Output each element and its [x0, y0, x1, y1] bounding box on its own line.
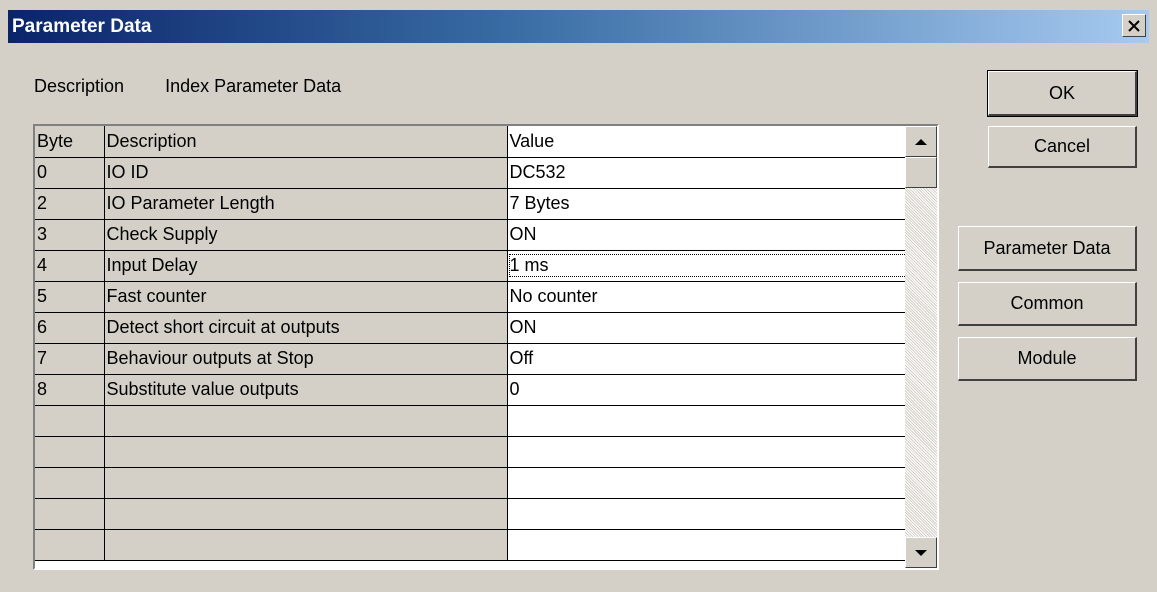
parameter-table: Byte Description Value 0 IO ID DC532 2 IO Pa…: [35, 126, 905, 561]
column-header-byte[interactable]: Byte: [35, 126, 105, 158]
table-row[interactable]: 3 Check Supply ON: [35, 219, 905, 251]
byte-cell: 6: [35, 312, 105, 344]
value-text: 0: [509, 379, 520, 399]
table-row[interactable]: 2 IO Parameter Length 7 Bytes: [35, 188, 905, 220]
value-cell[interactable]: [507, 529, 905, 561]
window-title: Parameter Data: [12, 16, 152, 37]
description-cell: Check Supply: [104, 219, 508, 251]
value-cell[interactable]: No counter: [507, 281, 905, 313]
value-text: No counter: [509, 286, 598, 306]
title-bar[interactable]: Parameter Data: [8, 10, 1149, 43]
description-cell: Fast counter: [104, 281, 508, 313]
value-cell[interactable]: [507, 467, 905, 499]
common-button[interactable]: Common: [958, 282, 1137, 326]
byte-cell: 5: [35, 281, 105, 313]
description-cell: Detect short circuit at outputs: [104, 312, 508, 344]
value-cell[interactable]: [507, 405, 905, 437]
description-cell: [104, 436, 508, 468]
description-cell: Behaviour outputs at Stop: [104, 343, 508, 375]
value-cell[interactable]: 1 ms: [507, 250, 905, 282]
table-row[interactable]: 4 Input Delay 1 ms: [35, 250, 905, 282]
description-label: Description: [34, 76, 125, 96]
value-cell[interactable]: ON: [507, 219, 905, 251]
table-row[interactable]: [35, 405, 905, 437]
module-button[interactable]: Module: [958, 337, 1137, 381]
byte-cell: [35, 498, 105, 530]
value-cell[interactable]: [507, 436, 905, 468]
byte-cell: [35, 436, 105, 468]
column-header-description[interactable]: Description: [104, 126, 508, 158]
description-cell: Input Delay: [104, 250, 508, 282]
table-row[interactable]: [35, 467, 905, 499]
byte-cell: 3: [35, 219, 105, 251]
parameter-grid: Byte Description Value 0 IO ID DC532 2 IO Pa…: [33, 124, 939, 570]
scroll-up-button[interactable]: [905, 126, 937, 157]
byte-cell: [35, 529, 105, 561]
value-text: 7 Bytes: [509, 193, 570, 213]
description-cell: [104, 405, 508, 437]
value-cell[interactable]: 7 Bytes: [507, 188, 905, 220]
up-arrow-icon: [915, 138, 927, 145]
description-cell: [104, 529, 508, 561]
description-cell: [104, 498, 508, 530]
description-cell: IO Parameter Length: [104, 188, 508, 220]
byte-cell: 8: [35, 374, 105, 406]
table-row[interactable]: 5 Fast counter No counter: [35, 281, 905, 313]
byte-cell: 4: [35, 250, 105, 282]
description-cell: Substitute value outputs: [104, 374, 508, 406]
byte-cell: 0: [35, 157, 105, 189]
parameter-data-dialog: Parameter Data Description Index Paramet…: [0, 0, 1157, 592]
column-header-value[interactable]: Value: [507, 126, 905, 158]
down-arrow-icon: [915, 549, 927, 556]
table-row[interactable]: 0 IO ID DC532: [35, 157, 905, 189]
vertical-scrollbar[interactable]: [905, 126, 937, 568]
description-cell: [104, 467, 508, 499]
table-row[interactable]: [35, 436, 905, 468]
value-text: ON: [509, 317, 537, 337]
close-icon: [1128, 19, 1140, 32]
parameter-data-button[interactable]: Parameter Data: [958, 226, 1137, 271]
table-row[interactable]: 8 Substitute value outputs 0: [35, 374, 905, 406]
byte-cell: 2: [35, 188, 105, 220]
value-cell[interactable]: Off: [507, 343, 905, 375]
table-row[interactable]: [35, 529, 905, 561]
scroll-down-button[interactable]: [905, 537, 937, 568]
index-parameter-data-label: Index Parameter Data: [165, 76, 342, 96]
description-cell: IO ID: [104, 157, 508, 189]
value-text: 1 ms: [508, 254, 905, 277]
column-header-labels: Description Index Parameter Data: [34, 76, 377, 97]
value-text: ON: [509, 224, 537, 244]
close-button[interactable]: [1122, 14, 1146, 37]
byte-cell: 7: [35, 343, 105, 375]
table-row[interactable]: [35, 498, 905, 530]
value-text: Off: [509, 348, 534, 368]
table-header-row: Byte Description Value: [35, 126, 905, 158]
value-cell[interactable]: 0: [507, 374, 905, 406]
scroll-thumb[interactable]: [905, 157, 937, 188]
value-cell[interactable]: ON: [507, 312, 905, 344]
table-row[interactable]: 6 Detect short circuit at outputs ON: [35, 312, 905, 344]
ok-button[interactable]: OK: [987, 70, 1138, 117]
byte-cell: [35, 467, 105, 499]
table-row[interactable]: 7 Behaviour outputs at Stop Off: [35, 343, 905, 375]
cancel-button[interactable]: Cancel: [988, 126, 1137, 168]
value-cell[interactable]: DC532: [507, 157, 905, 189]
value-text: DC532: [509, 162, 566, 182]
byte-cell: [35, 405, 105, 437]
value-cell[interactable]: [507, 498, 905, 530]
